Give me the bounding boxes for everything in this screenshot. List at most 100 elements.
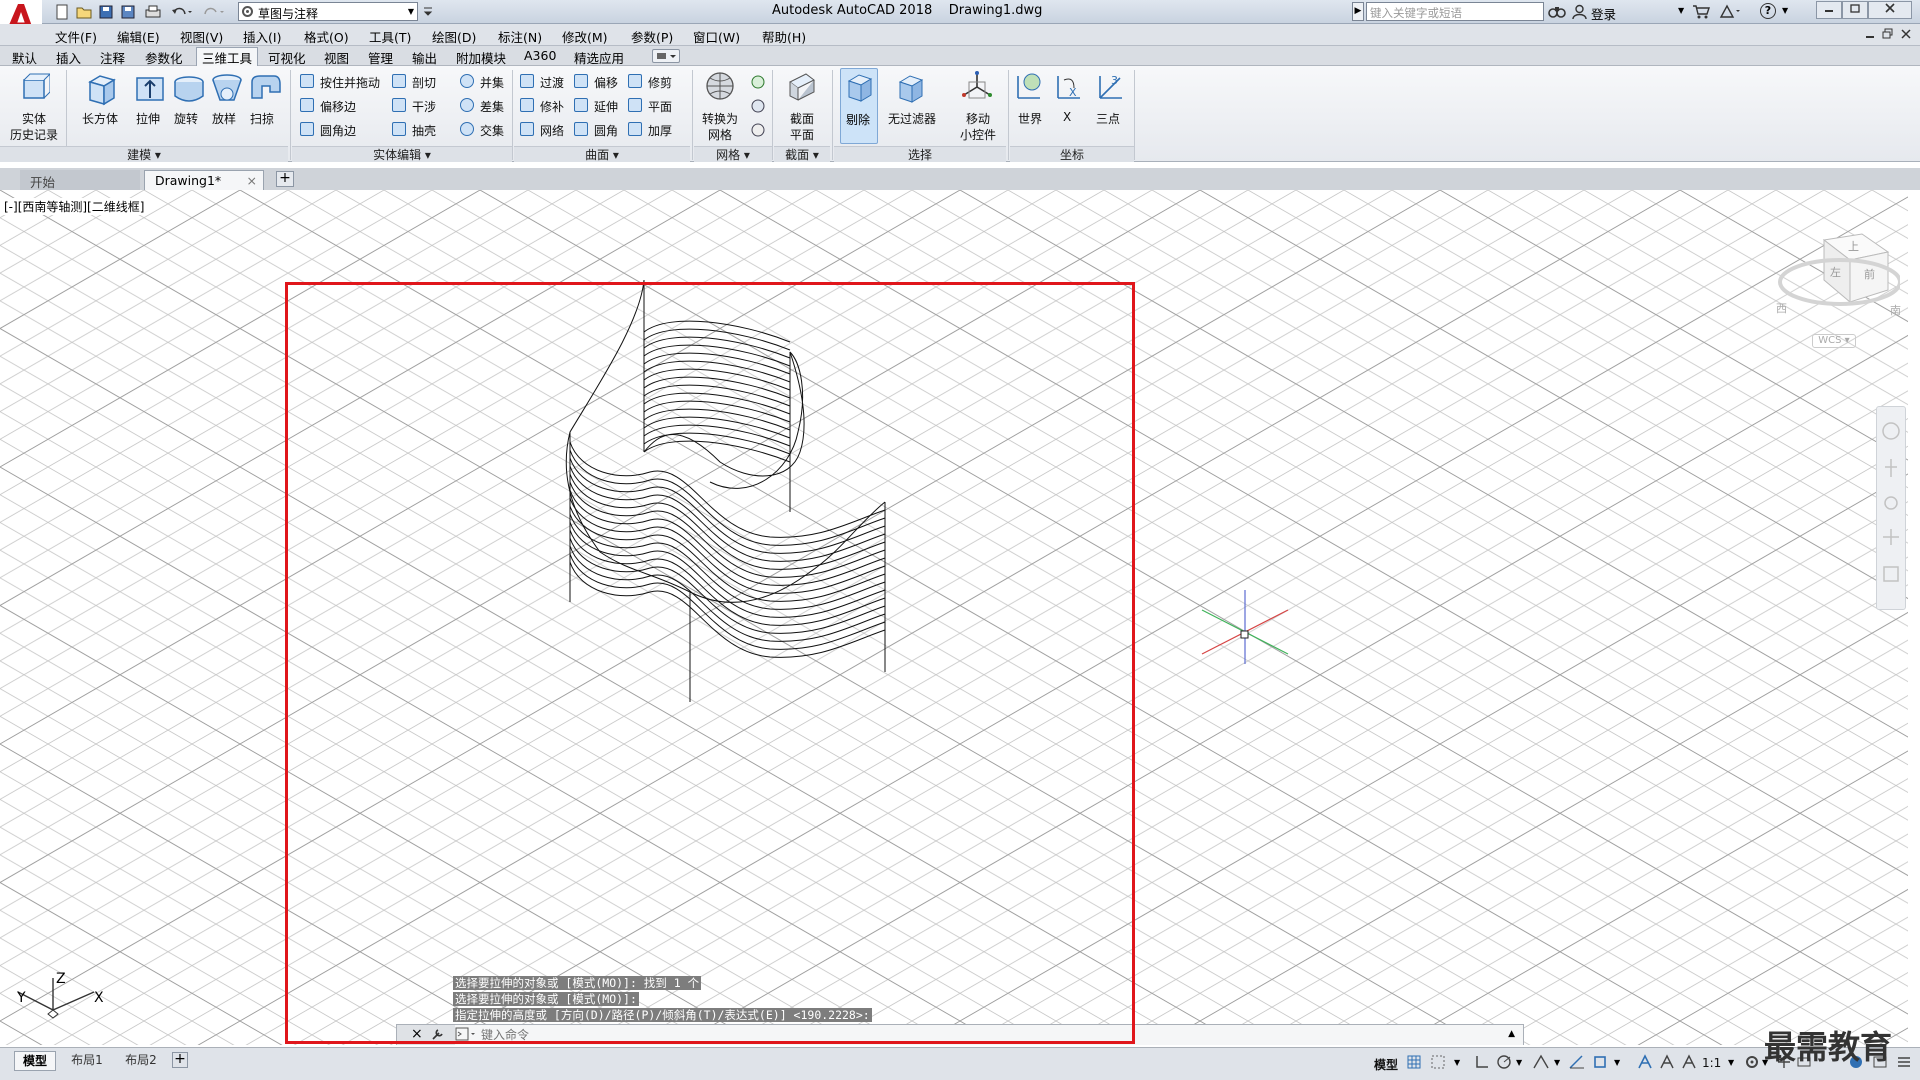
close-button[interactable] [1868,1,1912,19]
user-icon[interactable] [1572,4,1587,22]
menu-parametric[interactable]: 参数(P) [631,27,673,46]
layout-tab-layout2[interactable]: 布局2 [116,1051,166,1071]
ribbon-minimize-button[interactable] [652,49,680,63]
no-filter-label[interactable]: 无过滤器 [888,110,936,127]
surface-fillet-icon[interactable] [574,122,588,136]
tab-output[interactable]: 输出 [412,48,437,67]
blend-label[interactable]: 过渡 [540,74,564,91]
navigation-bar[interactable] [1876,406,1906,610]
extrude-icon[interactable] [134,72,166,109]
panel-modeling[interactable]: 建模 ▾ [0,146,288,162]
planar-icon[interactable] [628,98,642,112]
sweep-icon[interactable] [248,72,282,109]
new-file-icon[interactable] [54,4,70,23]
trim-icon[interactable] [628,74,642,88]
presspull-icon[interactable] [300,74,314,88]
move-gizmo-icon[interactable] [960,70,994,107]
panel-coordinates[interactable]: 坐标 [1010,146,1134,162]
thicken-icon[interactable] [628,122,642,136]
subtract-label[interactable]: 差集 [480,98,504,115]
tab-insert[interactable]: 插入 [56,48,81,67]
tab-visualize[interactable]: 可视化 [268,48,306,67]
slice-icon[interactable] [392,74,406,88]
panel-solid-editing[interactable]: 实体编辑 ▾ [292,146,512,162]
open-file-icon[interactable] [76,4,92,23]
network-icon[interactable] [520,122,534,136]
cart-icon[interactable] [1692,4,1712,22]
doc-close-icon[interactable] [1900,28,1912,43]
new-tab-button[interactable]: + [276,171,294,187]
x-ucs-icon[interactable]: X [1052,70,1082,105]
panel-selection[interactable]: 选择 [834,146,1006,162]
tab-default[interactable]: 默认 [12,48,37,67]
restore-button[interactable] [1842,1,1868,19]
box-icon[interactable] [86,72,118,109]
surface-offset-label[interactable]: 偏移 [594,74,618,91]
isodraft-icon[interactable] [1532,1054,1550,1073]
patch-icon[interactable] [520,98,534,112]
tab-3d-tools[interactable]: 三维工具 [196,47,259,66]
menu-edit[interactable]: 编辑(E) [117,27,160,46]
thicken-label[interactable]: 加厚 [648,122,672,139]
world-ucs-label[interactable]: 世界 [1018,110,1042,127]
tab-view[interactable]: 视图 [324,48,349,67]
login-label[interactable]: 登录 [1591,4,1616,23]
world-ucs-icon[interactable] [1014,70,1046,105]
menu-draw[interactable]: 绘图(D) [432,27,476,46]
revolve-icon[interactable] [172,72,206,109]
annotation-scale-value[interactable]: 1:1 [1702,1056,1721,1070]
menu-view[interactable]: 视图(V) [180,27,223,46]
offset-edge-label[interactable]: 偏移边 [320,98,356,115]
help-dropdown-icon[interactable]: ▼ [1782,6,1788,15]
doc-minimize-icon[interactable] [1864,28,1876,43]
workspace-gear-icon[interactable] [1744,1054,1760,1073]
layout-tab-layout1[interactable]: 布局1 [62,1051,112,1071]
redo-icon[interactable] [202,4,224,23]
surface-offset-icon[interactable] [574,74,588,88]
tab-start[interactable]: 开始 [20,170,140,190]
model-space-toggle[interactable]: 模型 [1374,1056,1398,1073]
workspace-select[interactable]: 草图与注释 ▼ [238,2,418,21]
panel-section[interactable]: 截面 ▾ [774,146,830,162]
print-icon[interactable] [144,4,162,23]
login-dropdown-icon[interactable]: ▼ [1678,6,1684,15]
presspull-label[interactable]: 按住并拖动 [320,74,380,91]
binoculars-icon[interactable] [1548,4,1566,22]
layout-tab-model[interactable]: 模型 [14,1051,56,1071]
mesh-smooth-icon[interactable] [750,74,766,93]
panel-mesh[interactable]: 网格 ▾ [694,146,772,162]
interfere-label[interactable]: 干涉 [412,98,436,115]
box-label[interactable]: 长方体 [82,110,118,127]
viewport-label[interactable]: [-][西南等轴测][二维线框] [4,198,145,215]
viewcube-front-label[interactable]: 前 [1864,266,1875,282]
auto-scale-icon[interactable] [1658,1054,1676,1073]
fillet-edge-label[interactable]: 圆角边 [320,122,356,139]
menu-modify[interactable]: 修改(M) [562,27,608,46]
tab-parametric[interactable]: 参数化 [145,48,183,67]
snap-icon[interactable] [1430,1054,1446,1073]
qa-dropdown-icon[interactable] [422,4,434,21]
union-icon[interactable] [460,74,474,88]
polar-dropdown-icon[interactable]: ▼ [1516,1058,1522,1067]
intersect-icon[interactable] [460,122,474,136]
mesh-crease-icon[interactable] [750,122,766,141]
viewcube-top-label[interactable]: 上 [1848,238,1859,254]
snap-dropdown-icon[interactable]: ▼ [1454,1058,1460,1067]
slice-label[interactable]: 剖切 [412,74,436,91]
subtract-icon[interactable] [460,98,474,112]
scale-dropdown-icon[interactable]: ▼ [1728,1058,1734,1067]
minimize-button[interactable] [1816,1,1842,19]
blend-icon[interactable] [520,74,534,88]
shell-label[interactable]: 抽壳 [412,122,436,139]
patch-label[interactable]: 修补 [540,98,564,115]
three-point-ucs-label[interactable]: 三点 [1096,110,1120,127]
drawing-canvas[interactable]: [-][西南等轴测][二维线框] 上 左 前 西 南 WCS ▾ Z Y X 选… [0,190,1908,1045]
grid-icon[interactable] [1406,1054,1422,1073]
ortho-icon[interactable] [1474,1054,1490,1073]
save-icon[interactable] [98,4,114,23]
tab-addins[interactable]: 附加模块 [456,48,506,67]
search-expand-icon[interactable]: ▶ [1352,2,1364,21]
menu-insert[interactable]: 插入(I) [243,27,281,46]
isodraft-dropdown-icon[interactable]: ▼ [1554,1058,1560,1067]
viewcube-west-label[interactable]: 西 [1776,300,1787,316]
